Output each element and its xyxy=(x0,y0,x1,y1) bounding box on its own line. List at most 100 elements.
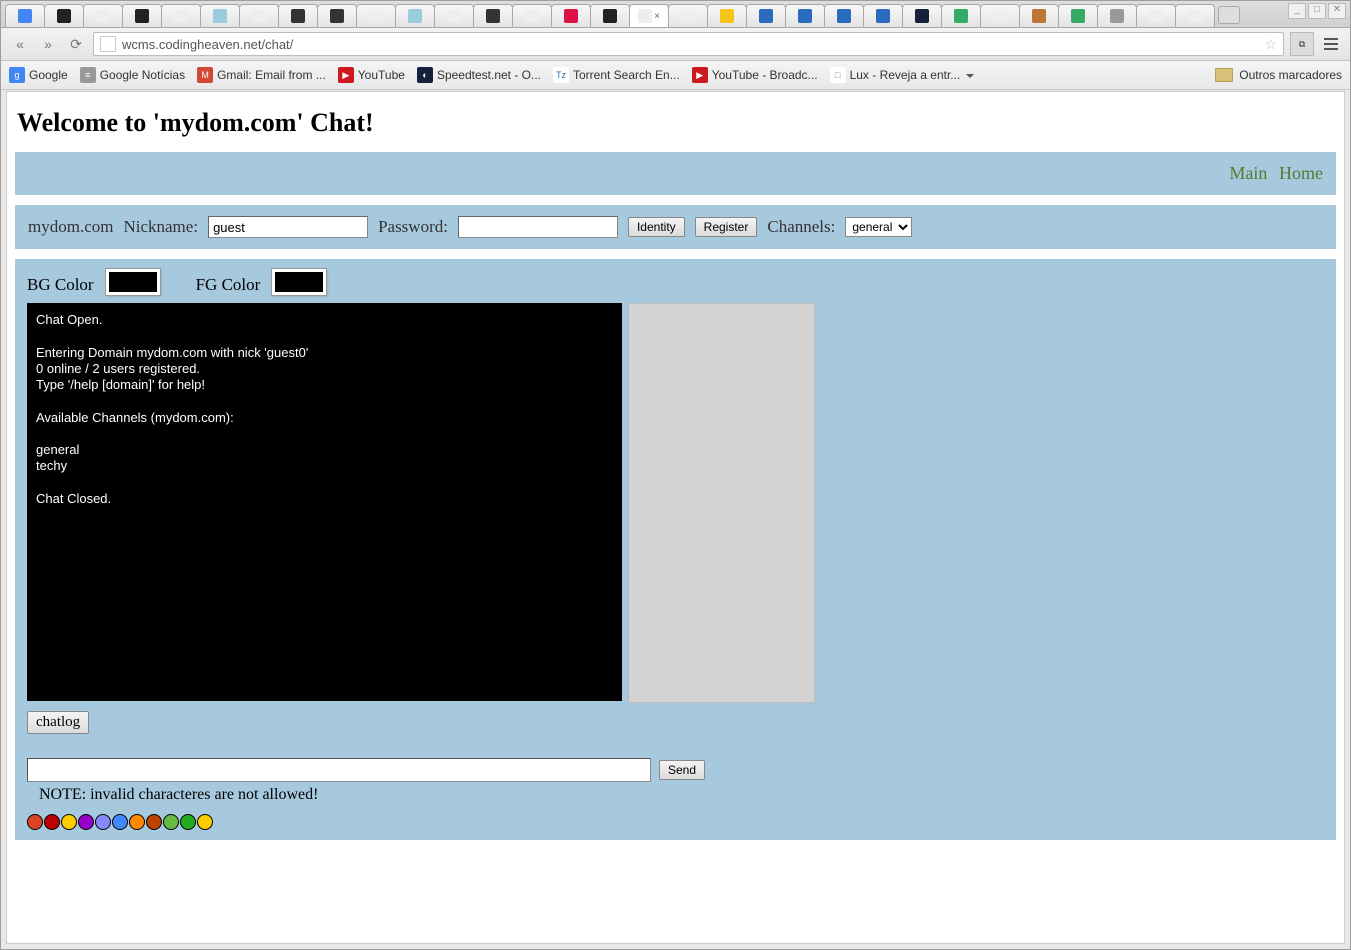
bookmarks-bar: gGoogle ≡Google Notícias MGmail: Email fro… xyxy=(1,61,1350,90)
password-input[interactable] xyxy=(458,216,618,238)
browser-tab[interactable] xyxy=(1058,4,1098,27)
bookmark-item[interactable]: ▶YouTube xyxy=(338,67,405,83)
browser-tab[interactable] xyxy=(356,4,396,27)
browser-window: _ □ ✕ × « » ⟳ wcms.codingheaven.net/chat… xyxy=(0,0,1351,950)
bookmark-item[interactable]: ≡Google Notícias xyxy=(80,67,185,83)
register-button[interactable]: Register xyxy=(695,217,758,237)
bookmark-item[interactable]: TzTorrent Search En... xyxy=(553,67,680,83)
browser-tab[interactable] xyxy=(161,4,201,27)
close-window-button[interactable]: ✕ xyxy=(1328,3,1346,19)
bookmark-label: YouTube - Broadc... xyxy=(712,68,818,82)
browser-tab[interactable] xyxy=(902,4,942,27)
favicon xyxy=(213,9,227,23)
bookmark-item[interactable]: ▶YouTube - Broadc... xyxy=(692,67,818,83)
back-button[interactable]: « xyxy=(9,33,31,55)
bookmark-item[interactable]: gGoogle xyxy=(9,67,68,83)
nickname-input[interactable] xyxy=(208,216,368,238)
favicon xyxy=(369,9,383,23)
favicon xyxy=(1149,9,1163,23)
favicon xyxy=(993,9,1007,23)
new-tab-button[interactable] xyxy=(1218,6,1240,24)
favicon xyxy=(638,9,652,23)
bookmarks-overflow[interactable]: Outros marcadores xyxy=(1239,68,1342,82)
favicon xyxy=(18,9,32,23)
emoticon-icon[interactable] xyxy=(129,814,145,830)
emoticon-icon[interactable] xyxy=(180,814,196,830)
bookmark-item[interactable]: ◐Speedtest.net - O... xyxy=(417,67,541,83)
browser-tab[interactable] xyxy=(5,4,45,27)
browser-tab[interactable] xyxy=(434,4,474,27)
nav-main-link[interactable]: Main xyxy=(1229,163,1267,183)
browser-tab[interactable] xyxy=(278,4,318,27)
bookmark-icon: g xyxy=(9,67,25,83)
chat-output[interactable]: Chat Open. Entering Domain mydom.com wit… xyxy=(27,303,622,701)
bookmark-star-icon[interactable]: ☆ xyxy=(1264,36,1277,53)
chatlog-button[interactable]: chatlog xyxy=(27,711,89,734)
browser-tab[interactable] xyxy=(512,4,552,27)
minimize-button[interactable]: _ xyxy=(1288,3,1306,19)
emoticon-icon[interactable] xyxy=(112,814,128,830)
browser-tab[interactable] xyxy=(1097,4,1137,27)
extension-icon[interactable]: ⧉ xyxy=(1290,32,1314,56)
emoticon-icon[interactable] xyxy=(163,814,179,830)
browser-tab[interactable] xyxy=(317,4,357,27)
message-input[interactable] xyxy=(27,758,651,782)
identity-button[interactable]: Identity xyxy=(628,217,685,237)
login-panel: mydom.com Nickname: Password: Identity R… xyxy=(15,205,1336,249)
favicon xyxy=(1071,9,1085,23)
browser-tab[interactable] xyxy=(707,4,747,27)
browser-tab[interactable] xyxy=(1019,4,1059,27)
browser-tab[interactable] xyxy=(1136,4,1176,27)
forward-button[interactable]: » xyxy=(37,33,59,55)
nav-home-link[interactable]: Home xyxy=(1279,163,1323,183)
browser-tab[interactable] xyxy=(668,4,708,27)
emoticon-icon[interactable] xyxy=(27,814,43,830)
fg-color-picker[interactable] xyxy=(272,269,326,295)
reload-button[interactable]: ⟳ xyxy=(65,33,87,55)
browser-menu-button[interactable] xyxy=(1320,33,1342,55)
bookmark-label: Speedtest.net - O... xyxy=(437,68,541,82)
browser-tab[interactable]: × xyxy=(629,4,669,27)
browser-tab[interactable] xyxy=(746,4,786,27)
bookmark-item[interactable]: □Lux - Reveja a entr... xyxy=(830,67,975,83)
close-tab-icon[interactable]: × xyxy=(654,11,660,22)
bg-color-picker[interactable] xyxy=(106,269,160,295)
emoticon-icon[interactable] xyxy=(78,814,94,830)
user-list[interactable] xyxy=(628,303,815,703)
browser-tab[interactable] xyxy=(785,4,825,27)
emoticon-icon[interactable] xyxy=(44,814,60,830)
page-viewport: Welcome to 'mydom.com' Chat! Main Home m… xyxy=(6,91,1345,944)
browser-tab[interactable] xyxy=(551,4,591,27)
send-button[interactable]: Send xyxy=(659,760,705,780)
browser-tab[interactable] xyxy=(941,4,981,27)
browser-tab[interactable] xyxy=(44,4,84,27)
color-row: BG Color FG Color xyxy=(27,269,1324,295)
emoticon-icon[interactable] xyxy=(95,814,111,830)
tab-strip: × xyxy=(1,1,1350,28)
browser-tab[interactable] xyxy=(239,4,279,27)
browser-tab[interactable] xyxy=(824,4,864,27)
address-bar[interactable]: wcms.codingheaven.net/chat/ ☆ xyxy=(93,32,1284,56)
browser-tab[interactable] xyxy=(473,4,513,27)
emoticon-icon[interactable] xyxy=(61,814,77,830)
browser-tab[interactable] xyxy=(590,4,630,27)
bookmark-icon: M xyxy=(197,67,213,83)
maximize-button[interactable]: □ xyxy=(1308,3,1326,19)
bookmark-item[interactable]: MGmail: Email from ... xyxy=(197,67,326,83)
favicon xyxy=(96,9,110,23)
browser-tab[interactable] xyxy=(1175,4,1215,27)
window-controls: _ □ ✕ xyxy=(1288,3,1346,19)
favicon xyxy=(447,9,461,23)
channels-select[interactable]: general xyxy=(845,217,912,237)
nickname-label: Nickname: xyxy=(123,217,198,237)
browser-tab[interactable] xyxy=(395,4,435,27)
emoticon-icon[interactable] xyxy=(197,814,213,830)
browser-tab[interactable] xyxy=(83,4,123,27)
browser-tab[interactable] xyxy=(200,4,240,27)
browser-tab[interactable] xyxy=(122,4,162,27)
browser-tab[interactable] xyxy=(980,4,1020,27)
emoticon-row xyxy=(27,814,1324,830)
bg-color-label: BG Color xyxy=(27,275,94,295)
browser-tab[interactable] xyxy=(863,4,903,27)
emoticon-icon[interactable] xyxy=(146,814,162,830)
